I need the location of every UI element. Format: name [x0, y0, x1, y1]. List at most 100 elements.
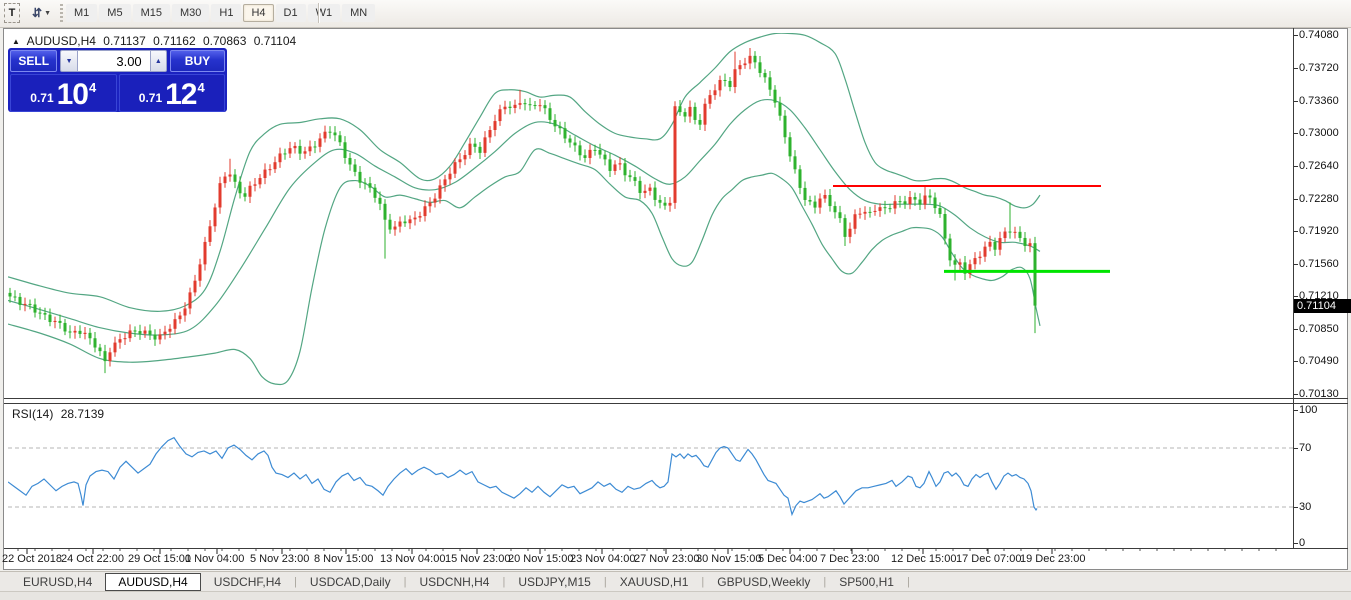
mt4-window: T ⇵▼ M1M5M15M30H1H4D1W1MN 0.740800.73720…	[0, 0, 1351, 599]
candle-body	[549, 108, 552, 120]
candle-body	[129, 330, 132, 338]
sell-price[interactable]: 0.71 10 4	[10, 74, 117, 112]
chart-tab-eurusd-h4[interactable]: EURUSD,H4	[10, 574, 105, 590]
candle-body	[844, 218, 847, 237]
candle-body	[384, 204, 387, 220]
candle-body	[159, 334, 162, 339]
candle-body	[314, 146, 317, 147]
candle-body	[444, 179, 447, 185]
volume-decrease-button[interactable]: ▼	[60, 50, 77, 72]
ohlc-close: 0.71104	[254, 34, 297, 48]
buy-button[interactable]: BUY	[170, 50, 225, 72]
timeframe-d1[interactable]: D1	[276, 4, 306, 22]
candle-body	[959, 262, 962, 264]
text-tool-button[interactable]: T	[4, 3, 20, 23]
chart-tab-xauusd-h1[interactable]: XAUUSD,H1	[607, 574, 702, 590]
candle-body	[709, 95, 712, 104]
candle-body	[179, 316, 182, 320]
bollinger-middle-band	[8, 100, 1040, 336]
timeframe-h1[interactable]: H1	[211, 4, 241, 22]
candle-body	[954, 260, 957, 264]
candle-body	[934, 197, 937, 208]
chart-tab-usdchf-h4[interactable]: USDCHF,H4	[201, 574, 294, 590]
candle-body	[434, 199, 437, 203]
rsi-panel-top-border	[4, 403, 1348, 404]
candle-body	[224, 177, 227, 184]
chart-tab-gbpusd-weekly[interactable]: GBPUSD,Weekly	[704, 574, 823, 590]
candle-body	[809, 200, 812, 202]
candle-body	[509, 107, 512, 108]
rsi-tick	[1294, 543, 1298, 544]
candle-body	[174, 319, 177, 329]
candle-body	[944, 214, 947, 239]
candle-body	[209, 226, 212, 242]
volume-increase-button[interactable]: ▲	[150, 50, 167, 72]
volume-input[interactable]	[78, 50, 150, 72]
candle-body	[874, 211, 877, 212]
candle-body	[694, 107, 697, 120]
chart-tab-usdcad-daily[interactable]: USDCAD,Daily	[297, 574, 404, 590]
timeframe-m1[interactable]: M1	[66, 4, 97, 22]
candle-body	[244, 193, 247, 196]
candle-body	[999, 238, 1002, 250]
timeframe-m15[interactable]: M15	[133, 4, 170, 22]
chart-tab-sp500-h1[interactable]: SP500,H1	[826, 574, 907, 590]
candle-body	[1029, 243, 1032, 246]
candle-body	[199, 264, 202, 280]
candle-body	[364, 183, 367, 184]
time-axis-line	[4, 548, 1348, 549]
candle-body	[154, 334, 157, 339]
candle-body	[884, 207, 887, 208]
candle-body	[869, 212, 872, 213]
price-tick	[1294, 101, 1298, 102]
sell-button[interactable]: SELL	[10, 50, 57, 72]
candle-body	[604, 155, 607, 160]
candle-body	[534, 105, 537, 106]
rsi-value: 28.7139	[61, 407, 104, 421]
candle-body	[469, 144, 472, 155]
time-tick-label: 7 Dec 23:00	[820, 553, 896, 565]
candle-body	[794, 156, 797, 169]
candle-body	[439, 185, 442, 198]
candle-body	[904, 201, 907, 204]
arrange-charts-button[interactable]: ⇵▼	[26, 3, 56, 23]
chevron-down-icon: ▼	[44, 10, 51, 17]
sell-price-pips: 10	[57, 81, 88, 109]
candle-body	[559, 126, 562, 128]
candle-body	[769, 77, 772, 89]
sell-price-point: 4	[89, 80, 96, 95]
timeframe-mn[interactable]: MN	[342, 4, 375, 22]
timeframe-m5[interactable]: M5	[99, 4, 130, 22]
chart-tab-usdjpy-m15[interactable]: USDJPY,M15	[505, 574, 603, 590]
candle-body	[124, 338, 127, 339]
chart-tab-audusd-h4[interactable]: AUDUSD,H4	[105, 573, 200, 591]
candle-body	[729, 81, 732, 87]
buy-price[interactable]: 0.71 12 4	[119, 74, 226, 112]
candle-body	[474, 144, 477, 147]
candle-body	[289, 148, 292, 153]
candle-body	[839, 212, 842, 218]
timeframe-h4[interactable]: H4	[243, 4, 273, 22]
candle-body	[344, 142, 347, 158]
candle-body	[354, 164, 357, 171]
price-tick	[1294, 394, 1298, 395]
candle-body	[864, 212, 867, 214]
candle-body	[119, 339, 122, 342]
timeframe-m30[interactable]: M30	[172, 4, 209, 22]
chart-tab-usdcnh-h4[interactable]: USDCNH,H4	[406, 574, 502, 590]
candle-body	[514, 105, 517, 108]
candle-body	[219, 183, 222, 207]
candle-body	[899, 201, 902, 202]
expand-triangle-icon[interactable]: ▲	[12, 37, 20, 46]
chart-rsi-divider[interactable]	[4, 398, 1348, 399]
candle-body	[744, 63, 747, 65]
candle-body	[104, 351, 107, 361]
rsi-chart-canvas[interactable]	[8, 404, 1293, 548]
time-tick-label: 8 Nov 15:00	[314, 553, 390, 565]
candle-body	[949, 239, 952, 261]
toolbar-grip[interactable]	[60, 4, 63, 22]
price-tick-label: 0.73720	[1299, 62, 1339, 74]
timeframe-w1[interactable]: W1	[308, 4, 341, 22]
rsi-tick-label: 100	[1299, 404, 1317, 416]
candle-body	[819, 199, 822, 208]
